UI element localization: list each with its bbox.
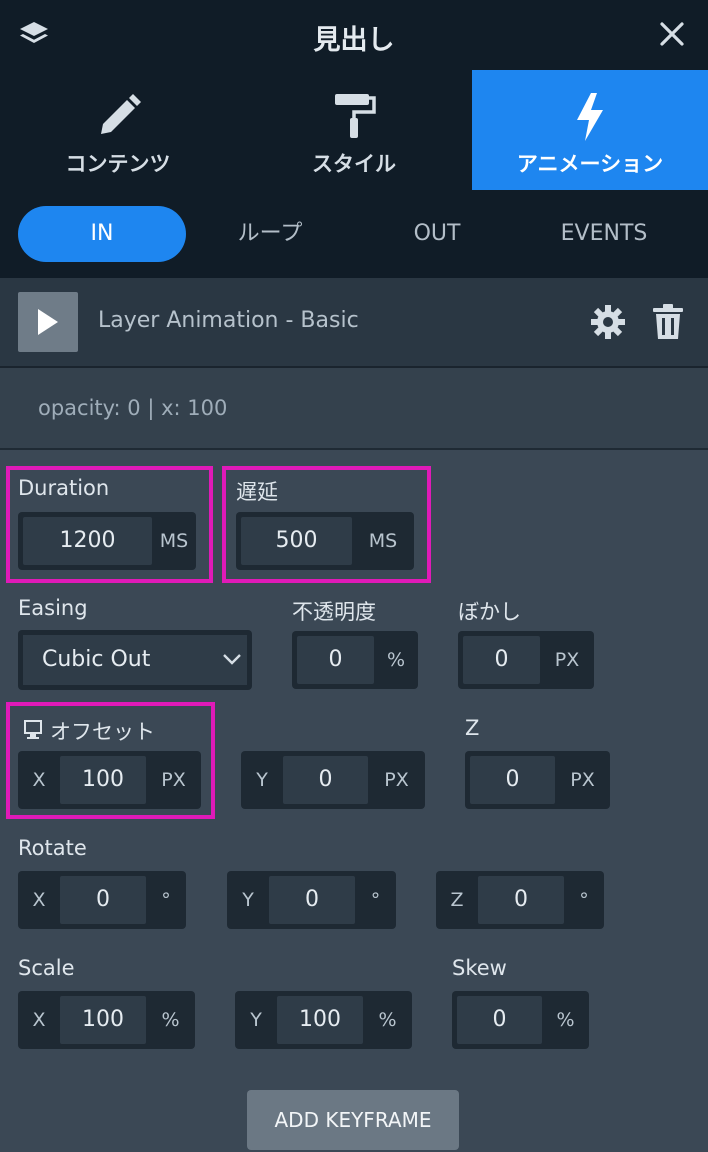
rotate-y-unit: ° [370, 889, 381, 911]
offset-y-field: Y 0 PX [241, 751, 425, 809]
chevron-down-icon [223, 654, 241, 665]
offset-z-input[interactable]: 0 [470, 751, 555, 809]
rotate-y-field: Y 0 ° [227, 871, 396, 929]
rotate-x-axis: X [32, 889, 46, 911]
easing-select[interactable]: Cubic Out [18, 630, 252, 690]
highlight-box [6, 466, 213, 583]
offset-y-unit: PX [384, 769, 409, 791]
offset-y-axis: Y [256, 769, 268, 791]
skew-unit: % [556, 1009, 575, 1031]
tab-style-label: スタイル [312, 152, 396, 176]
animation-summary-text: opacity: 0 | x: 100 [38, 396, 228, 420]
scale-y-field: Y 100 % [235, 991, 412, 1049]
pencil-icon [101, 94, 141, 134]
rotate-x-unit: ° [161, 889, 171, 911]
subtab-events[interactable]: EVENTS [520, 206, 688, 262]
gear-icon[interactable] [590, 304, 626, 340]
subtab-out[interactable]: OUT [353, 206, 521, 262]
blur-label: ぼかし [458, 600, 521, 624]
opacity-label: 不透明度 [292, 600, 376, 624]
add-keyframe-button[interactable]: ADD KEYFRAME [247, 1090, 459, 1150]
rotate-label: Rotate [18, 836, 87, 860]
bolt-icon [577, 93, 603, 141]
main-tabs: コンテンツ スタイル アニメーション [0, 70, 708, 190]
highlight-box [6, 702, 215, 819]
offset-z-label: Z [465, 716, 480, 740]
subtab-in[interactable]: IN [18, 206, 186, 262]
scale-y-input[interactable]: 100 [277, 991, 363, 1049]
opacity-field: 0 % [292, 631, 418, 689]
opacity-unit: % [386, 649, 406, 671]
play-icon [38, 309, 58, 335]
animation-name[interactable]: Layer Animation - Basic [98, 308, 359, 333]
subtab-loop[interactable]: ループ [186, 206, 354, 262]
offset-z-field: 0 PX [465, 751, 610, 809]
rotate-z-unit: ° [579, 889, 589, 911]
easing-label: Easing [18, 596, 88, 620]
trash-icon[interactable] [652, 303, 684, 341]
blur-field: 0 PX [458, 631, 594, 689]
opacity-input[interactable]: 0 [297, 631, 374, 689]
panel-title: 見出し [313, 25, 395, 56]
scale-y-unit: % [378, 1009, 397, 1031]
skew-field: 0 % [452, 991, 589, 1049]
blur-input[interactable]: 0 [463, 631, 540, 689]
skew-label: Skew [452, 956, 507, 980]
rotate-y-input[interactable]: 0 [269, 871, 355, 929]
rotate-z-input[interactable]: 0 [478, 871, 564, 929]
scale-label: Scale [18, 956, 75, 980]
tab-style[interactable]: スタイル [236, 70, 472, 190]
offset-z-unit: PX [570, 769, 595, 791]
rotate-y-axis: Y [242, 889, 254, 911]
tab-content-label: コンテンツ [65, 152, 171, 176]
rotate-z-field: Z 0 ° [436, 871, 604, 929]
highlight-box [222, 466, 431, 583]
offset-y-input[interactable]: 0 [283, 751, 368, 809]
paint-roller-icon [335, 94, 376, 138]
play-button[interactable] [18, 292, 78, 352]
scale-x-input[interactable]: 100 [60, 991, 146, 1049]
tab-content[interactable]: コンテンツ [0, 70, 236, 190]
tab-animation[interactable]: アニメーション [472, 70, 708, 190]
tab-animation-label: アニメーション [516, 152, 664, 176]
scale-x-axis: X [32, 1009, 46, 1031]
easing-value: Cubic Out [42, 647, 151, 672]
rotate-z-axis: Z [450, 889, 464, 911]
sub-tabs: IN ループ OUT EVENTS [0, 190, 708, 278]
blur-unit: PX [554, 649, 580, 671]
animation-row: Layer Animation - Basic [0, 278, 708, 368]
scale-x-unit: % [161, 1009, 180, 1031]
scale-y-axis: Y [250, 1009, 262, 1031]
panel-header: 見出し [0, 0, 708, 70]
rotate-x-input[interactable]: 0 [60, 871, 146, 929]
animation-summary: opacity: 0 | x: 100 [0, 368, 708, 450]
rotate-x-field: X 0 ° [18, 871, 186, 929]
scale-x-field: X 100 % [18, 991, 195, 1049]
close-icon[interactable] [658, 20, 686, 48]
skew-input[interactable]: 0 [457, 991, 542, 1049]
